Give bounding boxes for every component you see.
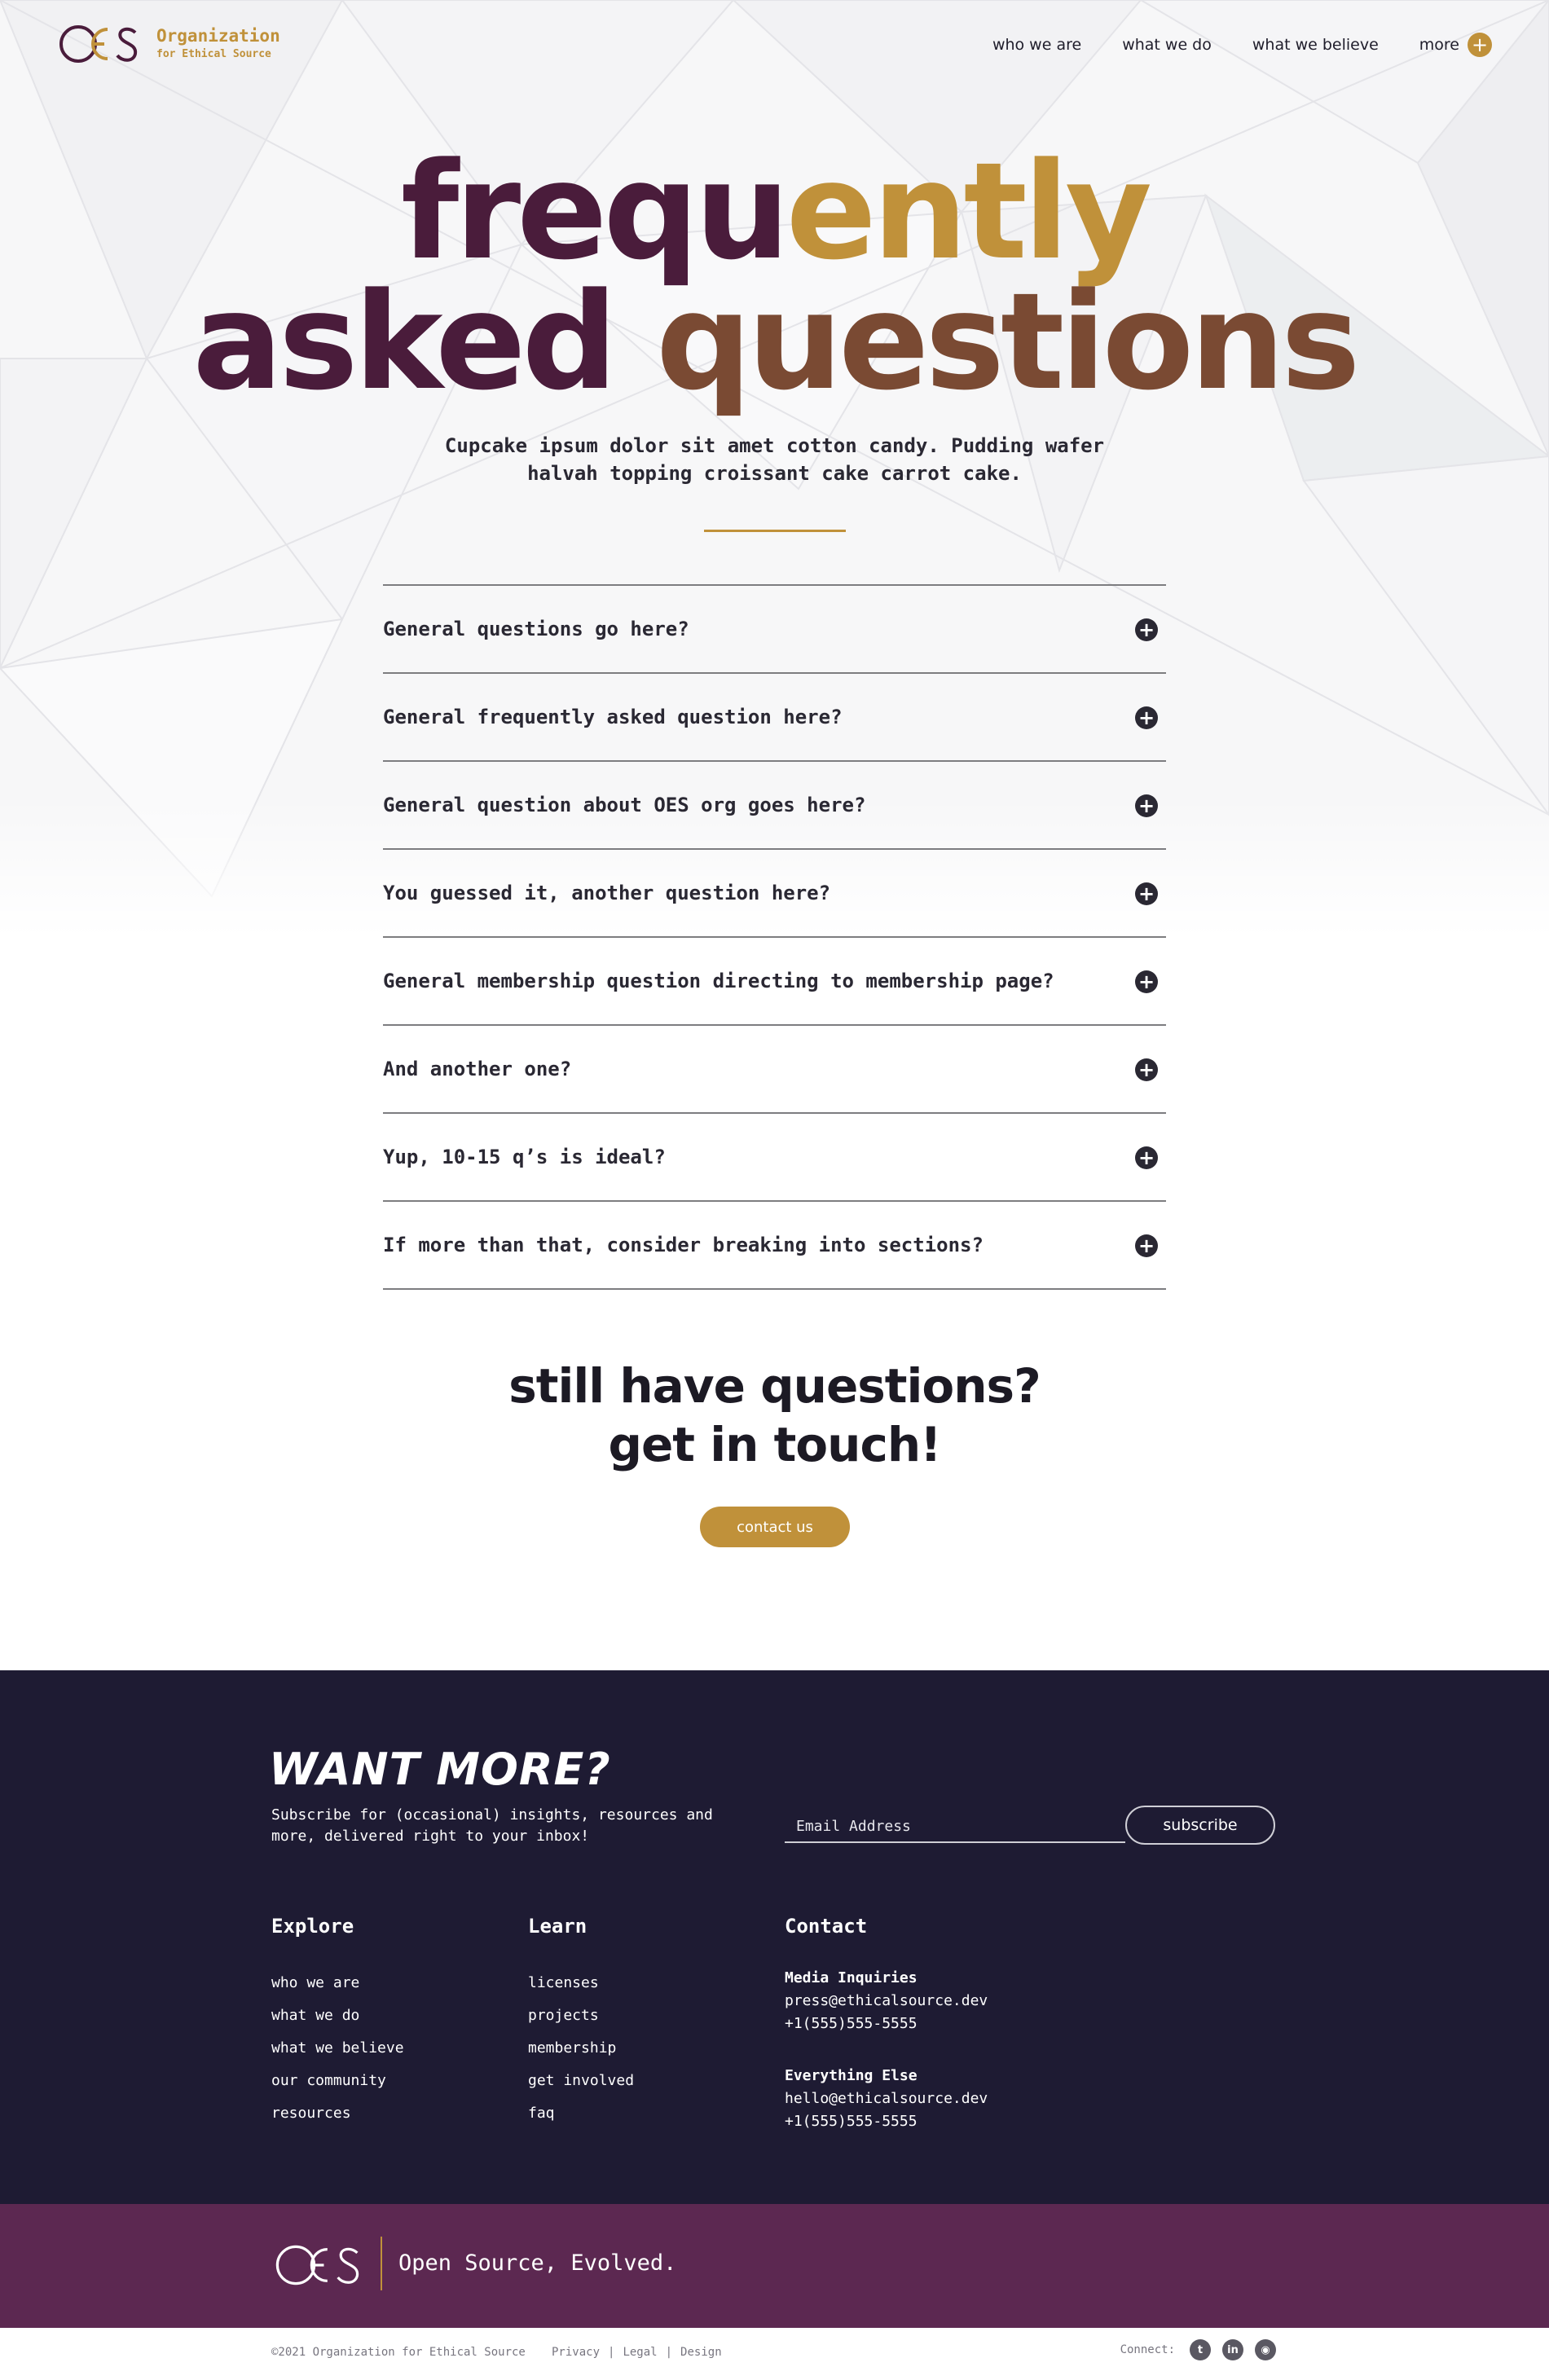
faq-item[interactable]: You guessed it, another question here? + bbox=[383, 850, 1166, 938]
title-part-3: asked bbox=[192, 264, 656, 420]
newsletter-text: Subscribe for (occasional) insights, res… bbox=[271, 1806, 713, 1845]
site-logo[interactable]: Organization for Ethical Source bbox=[57, 23, 280, 65]
expand-plus-icon[interactable]: + bbox=[1135, 1234, 1158, 1257]
footer-link-who-we-are[interactable]: who we are bbox=[271, 1967, 404, 1999]
footer-link-faq[interactable]: faq bbox=[528, 2097, 634, 2130]
footer-link-resources[interactable]: resources bbox=[271, 2097, 404, 2130]
privacy-link[interactable]: Privacy bbox=[552, 2346, 600, 2359]
social-connect: Connect: t in ◉ bbox=[1120, 2339, 1276, 2360]
contact-us-button[interactable]: contact us bbox=[700, 1507, 850, 1547]
title-part-4: questions bbox=[656, 264, 1361, 420]
expand-plus-icon[interactable]: + bbox=[1135, 882, 1158, 905]
footer-link-our-community[interactable]: our community bbox=[271, 2065, 404, 2097]
footer-link-get-involved[interactable]: get involved bbox=[528, 2065, 634, 2097]
footer-learn: Learn licenses projects membership get i… bbox=[528, 1915, 634, 2130]
bottom-bar: ©2021 Organization for Ethical Source Pr… bbox=[0, 2328, 1549, 2380]
expand-plus-icon[interactable]: + bbox=[1135, 794, 1158, 817]
footer-link-membership[interactable]: membership bbox=[528, 2032, 634, 2065]
explore-heading: Explore bbox=[271, 1915, 354, 1938]
faq-item[interactable]: And another one? + bbox=[383, 1026, 1166, 1114]
twitter-icon[interactable]: t bbox=[1190, 2339, 1211, 2360]
expand-plus-icon[interactable]: + bbox=[1135, 618, 1158, 641]
learn-heading: Learn bbox=[528, 1915, 587, 1938]
faq-list: General questions go here? + General fre… bbox=[383, 584, 1166, 1290]
faq-question: General membership question directing to… bbox=[383, 970, 1054, 992]
legal-separator: | bbox=[608, 2346, 615, 2359]
oes-logo-icon bbox=[59, 25, 138, 63]
faq-question: General frequently asked question here? bbox=[383, 706, 843, 728]
footer-link-projects[interactable]: projects bbox=[528, 1999, 634, 2032]
subscribe-button[interactable]: subscribe bbox=[1125, 1806, 1275, 1845]
nav-what-we-believe[interactable]: what we believe bbox=[1252, 36, 1379, 54]
nav-more[interactable]: more + bbox=[1419, 33, 1492, 57]
faq-item[interactable]: General frequently asked question here? … bbox=[383, 674, 1166, 762]
oes-logo-icon bbox=[275, 2245, 359, 2285]
footer-link-what-we-believe[interactable]: what we believe bbox=[271, 2032, 404, 2065]
nav-more-label: more bbox=[1419, 36, 1459, 54]
cta-line-1: still have questions? bbox=[508, 1358, 1041, 1414]
expand-plus-icon[interactable]: + bbox=[1135, 970, 1158, 993]
faq-item[interactable]: General question about OES org goes here… bbox=[383, 762, 1166, 850]
media-phone: +1(555)555-5555 bbox=[785, 2015, 918, 2032]
nav-what-we-do[interactable]: what we do bbox=[1122, 36, 1212, 54]
media-email-link[interactable]: press@ethicalsource.dev bbox=[785, 1990, 988, 2013]
footer-explore: Explore who we are what we do what we be… bbox=[271, 1915, 404, 2130]
email-field[interactable] bbox=[785, 1810, 1125, 1843]
logo-title: Organization bbox=[156, 26, 280, 46]
faq-item[interactable]: Yup, 10-15 q’s is ideal? + bbox=[383, 1114, 1166, 1202]
legal-separator: | bbox=[665, 2346, 673, 2359]
tagline: Open Source, Evolved. bbox=[398, 2250, 677, 2276]
newsletter-heading: WANT MORE? bbox=[269, 1744, 611, 1795]
faq-question: You guessed it, another question here? bbox=[383, 882, 831, 904]
linkedin-icon[interactable]: in bbox=[1222, 2339, 1243, 2360]
design-link[interactable]: Design bbox=[680, 2346, 722, 2359]
expand-plus-icon[interactable]: + bbox=[1135, 706, 1158, 729]
nav-who-we-are[interactable]: who we are bbox=[992, 36, 1081, 54]
expand-plus-icon[interactable]: + bbox=[1135, 1058, 1158, 1081]
site-header: Organization for Ethical Source who we a… bbox=[0, 0, 1549, 98]
footer-link-what-we-do[interactable]: what we do bbox=[271, 1999, 404, 2032]
footer-link-licenses[interactable]: licenses bbox=[528, 1967, 634, 1999]
site-footer: WANT MORE? Subscribe for (occasional) in… bbox=[0, 1670, 1549, 2204]
connect-label: Connect: bbox=[1120, 2343, 1175, 2356]
faq-item[interactable]: General questions go here? + bbox=[383, 586, 1166, 674]
brand-bar: Open Source, Evolved. bbox=[0, 2204, 1549, 2328]
faq-question: General questions go here? bbox=[383, 618, 689, 640]
hello-email-link[interactable]: hello@ethicalsource.dev bbox=[785, 2087, 988, 2110]
legal-links: Privacy | Legal | Design bbox=[552, 2346, 722, 2359]
main-nav: who we are what we do what we believe mo… bbox=[992, 33, 1492, 57]
github-icon[interactable]: ◉ bbox=[1255, 2339, 1276, 2360]
faq-item[interactable]: If more than that, consider breaking int… bbox=[383, 1202, 1166, 1290]
expand-plus-icon[interactable]: + bbox=[1135, 1146, 1158, 1169]
page-subtitle: Cupcake ipsum dolor sit amet cotton cand… bbox=[444, 434, 1105, 485]
faq-question: General question about OES org goes here… bbox=[383, 794, 866, 816]
cta-line-2: get in touch! bbox=[608, 1417, 941, 1472]
media-inquiries-label: Media Inquiries bbox=[785, 1969, 918, 1986]
plus-icon: + bbox=[1468, 33, 1492, 57]
cta-heading: still have questions? get in touch! bbox=[0, 1357, 1549, 1474]
footer-contact: Contact Media Inquiries press@ethicalsou… bbox=[785, 1915, 988, 2133]
legal-link[interactable]: Legal bbox=[623, 2346, 657, 2359]
everything-else-label: Everything Else bbox=[785, 2067, 918, 2084]
copyright: ©2021 Organization for Ethical Source bbox=[271, 2346, 526, 2359]
hello-phone: +1(555)555-5555 bbox=[785, 2113, 918, 2130]
gold-divider bbox=[704, 530, 846, 532]
faq-item[interactable]: General membership question directing to… bbox=[383, 938, 1166, 1026]
faq-question: Yup, 10-15 q’s is ideal? bbox=[383, 1146, 666, 1168]
brand-separator bbox=[381, 2237, 382, 2290]
faq-question: And another one? bbox=[383, 1058, 572, 1080]
logo-subtitle: for Ethical Source bbox=[156, 48, 271, 61]
contact-heading: Contact bbox=[785, 1915, 868, 1938]
page-title: frequently asked questions bbox=[0, 145, 1549, 409]
faq-question: If more than that, consider breaking int… bbox=[383, 1234, 984, 1256]
